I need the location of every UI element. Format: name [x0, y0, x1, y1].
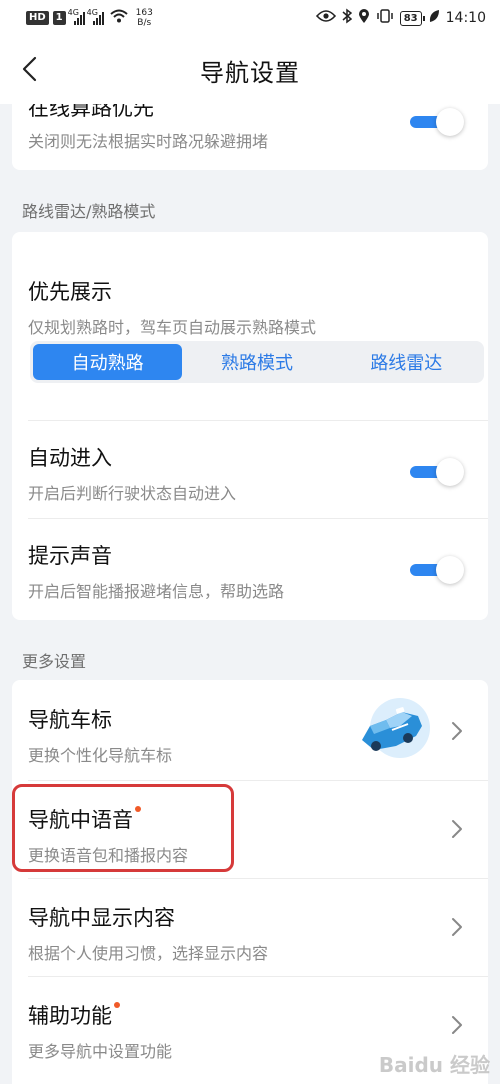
chevron-right-icon	[452, 820, 462, 838]
toggle-knob	[436, 458, 464, 486]
section-label-route-radar: 路线雷达/熟路模式	[22, 202, 156, 221]
chevron-right-icon	[452, 1016, 462, 1034]
online-routing-toggle[interactable]	[410, 108, 464, 136]
list-item-desc: 根据个人使用习惯，选择显示内容	[28, 944, 269, 963]
network-speed: 163 B/s	[135, 8, 153, 28]
chevron-right-icon	[452, 722, 462, 740]
leaf-icon	[428, 9, 440, 27]
vibrate-icon	[376, 9, 394, 27]
chevron-left-icon	[22, 56, 37, 82]
signal-icon-2: 4G	[87, 8, 104, 25]
divider	[28, 518, 488, 519]
more-settings-card: 导航车标 更换个性化导航车标 导航中语音 更换语音包和播报内容 导航中显示内容 …	[12, 680, 488, 1084]
location-icon	[358, 8, 370, 28]
segment-auto-familiar[interactable]: 自动熟路	[33, 344, 183, 380]
chevron-right-icon	[452, 918, 462, 936]
hd-badge: HD	[26, 11, 49, 25]
battery-indicator: 83	[399, 10, 425, 26]
signal-icon: 4G	[68, 8, 85, 25]
list-item-display-content[interactable]: 导航中显示内容 根据个人使用习惯，选择显示内容	[12, 878, 488, 976]
annotation-highlight	[12, 784, 234, 872]
divider	[28, 420, 488, 421]
bluetooth-icon	[342, 8, 352, 28]
priority-display-desc: 仅规划熟路时，驾车页自动展示熟路模式	[28, 318, 317, 337]
segment-route-radar[interactable]: 路线雷达	[332, 344, 481, 380]
status-right: 83 14:10	[315, 8, 486, 28]
toggle-knob	[436, 556, 464, 584]
list-item-nav-car-icon[interactable]: 导航车标 更换个性化导航车标	[12, 680, 488, 780]
status-left: HD 1 4G 4G 163 B/s	[26, 8, 153, 28]
section-label-more: 更多设置	[22, 652, 87, 671]
toggle-knob	[436, 108, 464, 136]
new-badge-dot	[114, 1002, 120, 1008]
nav-header: 导航设置	[0, 36, 500, 104]
list-item-title: 导航中显示内容	[28, 906, 175, 930]
sim-badge: 1	[52, 11, 66, 25]
online-routing-card: 在线算路优先 关闭则无法根据实时路况躲避拥堵	[12, 104, 488, 170]
segment-familiar-mode[interactable]: 熟路模式	[182, 344, 331, 380]
auto-enter-toggle[interactable]	[410, 458, 464, 486]
page-title: 导航设置	[200, 58, 300, 87]
car-icon	[356, 696, 432, 760]
list-item-title: 辅助功能	[28, 1000, 488, 1030]
back-button[interactable]	[14, 54, 44, 84]
prompt-sound-toggle[interactable]	[410, 556, 464, 584]
priority-segmented-control: 自动熟路 熟路模式 路线雷达	[30, 341, 484, 383]
priority-display-title: 优先展示	[28, 280, 112, 304]
eye-icon	[315, 10, 336, 26]
watermark: Baidu 经验	[378, 1053, 490, 1077]
route-radar-card: 优先展示 仅规划熟路时，驾车页自动展示熟路模式 自动熟路 熟路模式 路线雷达 自…	[12, 232, 488, 620]
wifi-icon	[109, 9, 128, 27]
priority-display-row: 优先展示 仅规划熟路时，驾车页自动展示熟路模式	[12, 276, 488, 338]
status-bar: HD 1 4G 4G 163 B/s 83 14:10	[0, 0, 500, 36]
clock-time: 14:10	[445, 10, 486, 26]
